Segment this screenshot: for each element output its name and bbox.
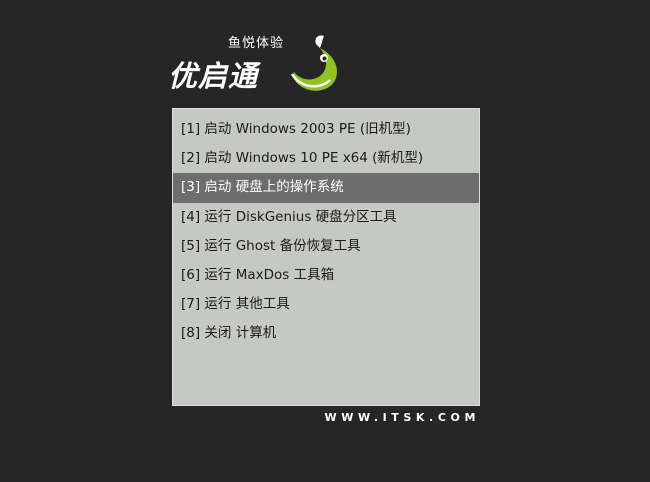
boot-menu-list: [1] 启动 Windows 2003 PE (旧机型) [2] 启动 Wind… — [173, 115, 479, 349]
logo-brand-text: 优启通 — [168, 59, 259, 93]
menu-item-7[interactable]: [7] 运行 其他工具 — [173, 290, 479, 319]
menu-item-6[interactable]: [6] 运行 MaxDos 工具箱 — [173, 261, 479, 290]
website-url: WWW.ITSK.COM — [324, 411, 480, 424]
fish-icon — [290, 35, 338, 91]
menu-item-8[interactable]: [8] 关闭 计算机 — [173, 319, 479, 348]
menu-item-5[interactable]: [5] 运行 Ghost 备份恢复工具 — [173, 232, 479, 261]
menu-item-3[interactable]: [3] 启动 硬盘上的操作系统 — [173, 173, 479, 203]
menu-item-1[interactable]: [1] 启动 Windows 2003 PE (旧机型) — [173, 115, 479, 144]
brand-logo: 鱼悦体验 优启通 — [168, 30, 348, 100]
logo-tagline: 鱼悦体验 — [228, 36, 285, 51]
menu-item-2[interactable]: [2] 启动 Windows 10 PE x64 (新机型) — [173, 144, 479, 173]
boot-menu-panel: [1] 启动 Windows 2003 PE (旧机型) [2] 启动 Wind… — [172, 108, 480, 406]
menu-item-4[interactable]: [4] 运行 DiskGenius 硬盘分区工具 — [173, 203, 479, 232]
